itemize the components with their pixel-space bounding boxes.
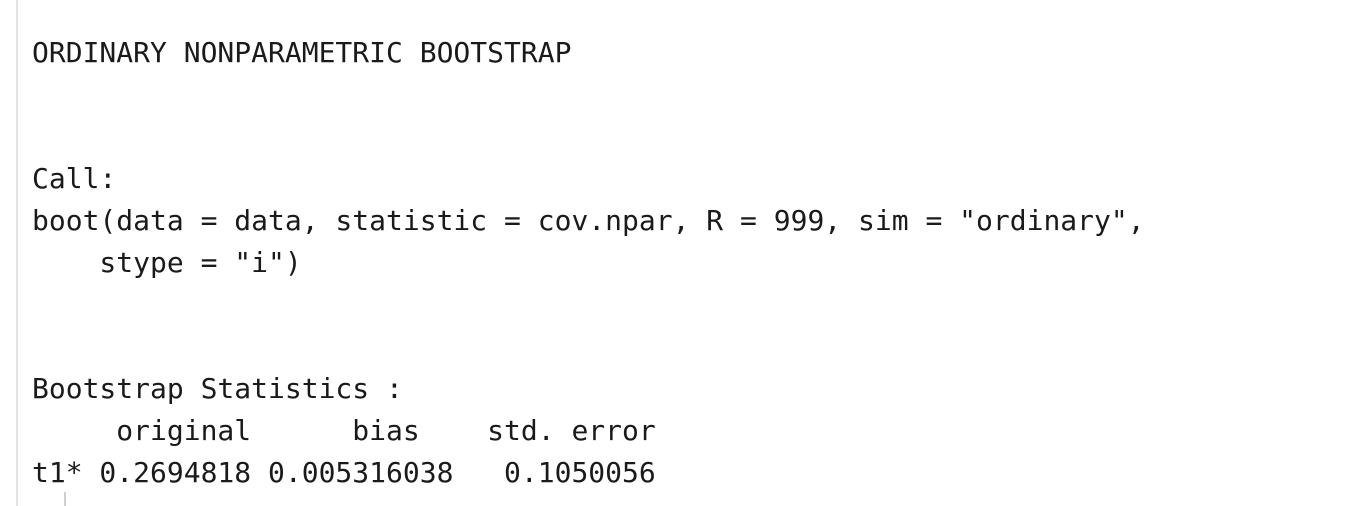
call-label: Call: xyxy=(32,162,117,195)
statistics-table-row: t1* 0.2694818 0.005316038 0.1050056 xyxy=(32,456,656,489)
statistics-table-header: original bias std. error xyxy=(32,414,656,447)
bootstrap-statistics-label: Bootstrap Statistics : xyxy=(32,372,403,405)
console-output-panel: ORDINARY NONPARAMETRIC BOOTSTRAP Call: b… xyxy=(16,0,1358,506)
bootstrap-heading: ORDINARY NONPARAMETRIC BOOTSTRAP xyxy=(32,36,572,69)
call-line-2: stype = "i") xyxy=(32,246,302,279)
call-line-1: boot(data = data, statistic = cov.npar, … xyxy=(32,204,1145,237)
scrollbar-tick xyxy=(64,492,66,506)
